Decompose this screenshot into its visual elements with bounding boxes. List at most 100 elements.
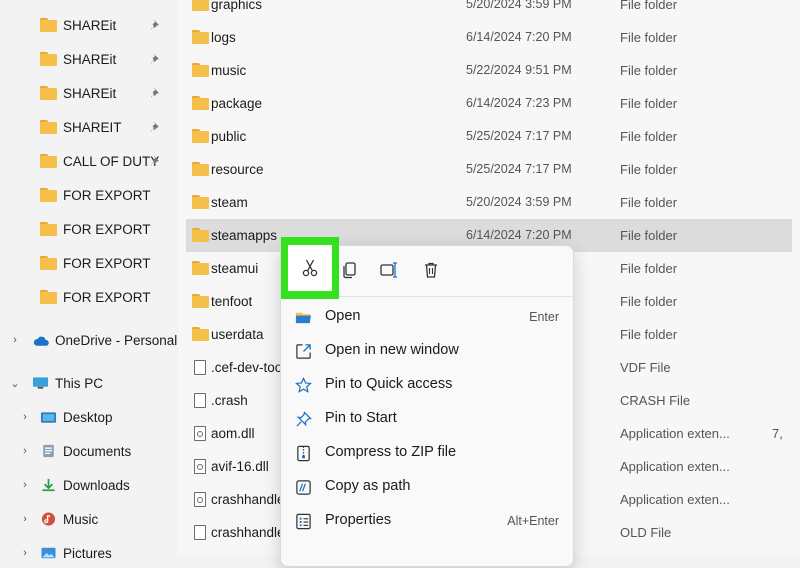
sidebar-item-label: Documents bbox=[63, 443, 132, 459]
sidebar-item-label: SHAREit bbox=[63, 85, 117, 101]
chevron-right-icon[interactable]: › bbox=[20, 445, 30, 457]
menu-item-label: Copy as path bbox=[325, 478, 411, 494]
folder-icon bbox=[40, 188, 57, 202]
computer-icon bbox=[32, 377, 49, 389]
music-icon bbox=[41, 512, 56, 526]
context-menu: Open Enter Open in new window Pin to Qui… bbox=[280, 237, 574, 567]
sidebar-item-label: This PC bbox=[55, 375, 104, 391]
delete-button[interactable] bbox=[417, 256, 445, 284]
file-type: File folder bbox=[620, 129, 678, 144]
chevron-right-icon[interactable]: › bbox=[20, 479, 30, 491]
sidebar-item-pinned[interactable]: FOR EXPORT bbox=[0, 180, 178, 210]
menu-item-pin-quick-access[interactable]: Pin to Quick access bbox=[281, 368, 573, 402]
sidebar-item-pinned[interactable]: SHAREit bbox=[0, 44, 178, 74]
sidebar-item-pinned[interactable]: FOR EXPORT bbox=[0, 248, 178, 278]
cut-button-highlight bbox=[281, 237, 339, 299]
sidebar-item-downloads[interactable]: › Downloads bbox=[0, 470, 178, 500]
folder-icon bbox=[40, 290, 57, 304]
file-date: 6/14/2024 7:20 PM bbox=[466, 30, 572, 44]
sidebar-item-label: FOR EXPORT bbox=[63, 221, 151, 237]
rename-button[interactable] bbox=[376, 256, 404, 284]
sidebar-item-documents[interactable]: › Documents bbox=[0, 436, 178, 466]
menu-item-label: Properties bbox=[325, 512, 392, 528]
file-row[interactable]: graphics 5/20/2024 3:59 PM File folder bbox=[186, 0, 792, 21]
context-menu-toolbar bbox=[281, 237, 573, 299]
file-row[interactable]: steam 5/20/2024 3:59 PM File folder bbox=[186, 186, 792, 219]
file-type: File folder bbox=[620, 30, 678, 45]
file-date: 5/25/2024 7:17 PM bbox=[466, 162, 572, 176]
sidebar-item-onedrive[interactable]: › OneDrive - Personal bbox=[0, 325, 178, 355]
menu-item-properties[interactable]: Properties Alt+Enter bbox=[281, 504, 573, 538]
file-date: 6/14/2024 7:23 PM bbox=[466, 96, 572, 110]
chevron-right-icon[interactable]: › bbox=[20, 547, 30, 559]
sidebar-item-label: SHAREit bbox=[63, 51, 117, 67]
folder-icon bbox=[192, 195, 210, 210]
copy-icon bbox=[343, 262, 356, 279]
sidebar-item-pinned[interactable]: SHAREit bbox=[0, 78, 178, 108]
sidebar-item-label: FOR EXPORT bbox=[63, 255, 151, 271]
file-type: File folder bbox=[620, 327, 678, 342]
file-name: .crash bbox=[211, 393, 248, 408]
file-row[interactable]: public 5/25/2024 7:17 PM File folder bbox=[186, 120, 792, 153]
file-name: steamui bbox=[211, 261, 259, 276]
sidebar-item-pinned[interactable]: SHAREit bbox=[0, 10, 178, 40]
cut-icon bbox=[302, 259, 318, 277]
chevron-down-icon[interactable]: ⌄ bbox=[10, 377, 20, 390]
sidebar-item-pictures[interactable]: › Pictures bbox=[0, 538, 178, 568]
sidebar-item-pinned[interactable]: FOR EXPORT bbox=[0, 214, 178, 244]
file-type: Application exten... bbox=[620, 459, 730, 474]
file-row[interactable]: logs 6/14/2024 7:20 PM File folder bbox=[186, 21, 792, 54]
chevron-right-icon[interactable]: › bbox=[20, 513, 30, 525]
sidebar-item-pinned[interactable]: FOR EXPORT bbox=[0, 282, 178, 312]
sidebar-item-label: Pictures bbox=[63, 545, 112, 561]
menu-item-label: Open in new window bbox=[325, 342, 459, 358]
file-name: graphics bbox=[211, 0, 263, 12]
star-icon bbox=[295, 377, 312, 393]
cloud-icon bbox=[33, 336, 49, 346]
file-name: steam bbox=[211, 195, 248, 210]
menu-item-pin-start[interactable]: Pin to Start bbox=[281, 402, 573, 436]
folder-icon bbox=[192, 0, 210, 12]
menu-item-label: Pin to Quick access bbox=[325, 376, 453, 392]
downloads-icon bbox=[42, 478, 55, 492]
folder-icon bbox=[40, 18, 57, 32]
folder-icon bbox=[40, 256, 57, 270]
open-new-window-icon bbox=[296, 344, 311, 359]
file-date: 5/20/2024 3:59 PM bbox=[466, 195, 572, 209]
chevron-right-icon[interactable]: › bbox=[10, 334, 20, 346]
pictures-icon bbox=[41, 547, 56, 559]
menu-item-compress-zip[interactable]: Compress to ZIP file bbox=[281, 436, 573, 470]
dll-file-icon bbox=[192, 459, 210, 474]
file-type: CRASH File bbox=[620, 393, 691, 408]
file-type: File folder bbox=[620, 162, 678, 177]
pin-icon bbox=[151, 122, 159, 132]
sidebar-item-music[interactable]: › Music bbox=[0, 504, 178, 534]
file-row[interactable]: resource 5/25/2024 7:17 PM File folder bbox=[186, 153, 792, 186]
file-type: File folder bbox=[620, 195, 678, 210]
folder-icon bbox=[40, 52, 57, 66]
pin-icon bbox=[151, 20, 159, 30]
pin-icon bbox=[151, 156, 159, 166]
file-row[interactable]: music 5/22/2024 9:51 PM File folder bbox=[186, 54, 792, 87]
file-type: Application exten... bbox=[620, 492, 730, 507]
copy-button[interactable] bbox=[336, 256, 364, 284]
menu-item-open-new-window[interactable]: Open in new window bbox=[281, 334, 573, 368]
file-type: OLD File bbox=[620, 525, 672, 540]
sidebar-item-label: Desktop bbox=[63, 409, 113, 425]
sidebar-item-this-pc[interactable]: ⌄ This PC bbox=[0, 368, 178, 398]
rename-icon bbox=[380, 262, 397, 278]
folder-icon bbox=[192, 294, 210, 309]
dll-file-icon bbox=[192, 492, 210, 507]
sidebar-item-pinned[interactable]: SHAREIT bbox=[0, 112, 178, 142]
folder-icon bbox=[192, 129, 210, 144]
sidebar-item-pinned[interactable]: CALL OF DUTY bbox=[0, 146, 178, 176]
sidebar-item-label: Music bbox=[63, 511, 99, 527]
menu-item-copy-as-path[interactable]: Copy as path bbox=[281, 470, 573, 504]
file-row[interactable]: package 6/14/2024 7:23 PM File folder bbox=[186, 87, 792, 120]
sidebar-item-desktop[interactable]: › Desktop bbox=[0, 402, 178, 432]
folder-icon bbox=[40, 154, 57, 168]
menu-item-open[interactable]: Open Enter bbox=[281, 300, 573, 334]
cut-button[interactable] bbox=[288, 245, 332, 291]
documents-icon bbox=[43, 444, 54, 458]
chevron-right-icon[interactable]: › bbox=[20, 411, 30, 423]
